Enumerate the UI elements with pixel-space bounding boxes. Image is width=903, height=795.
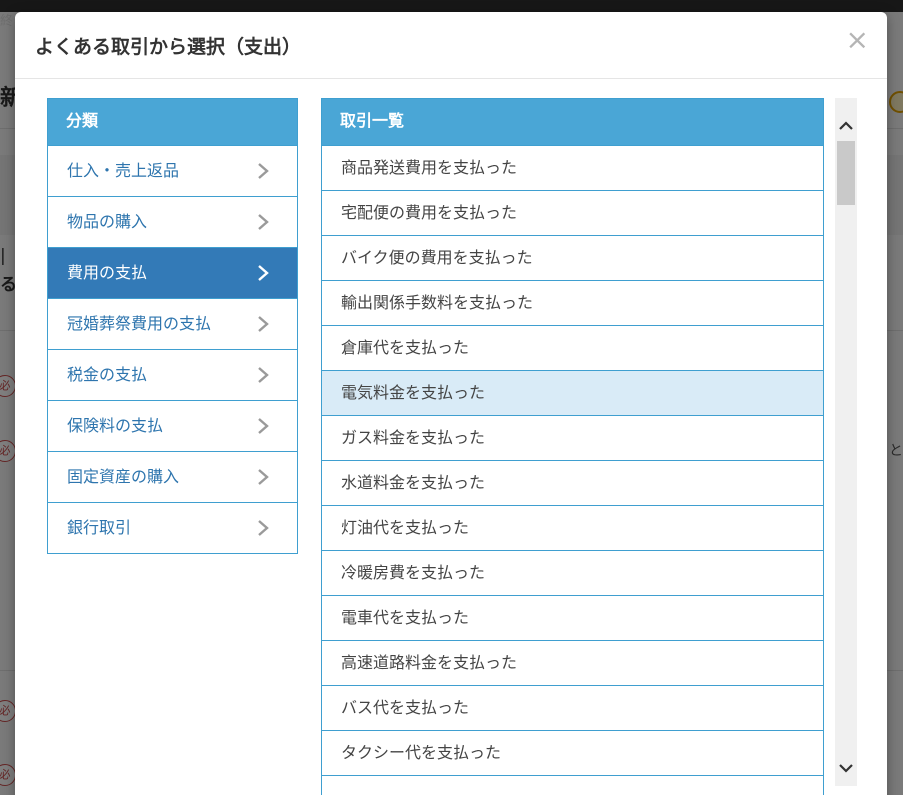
category-panel: 分類 仕入・売上返品 物品の購入費用の支払冠婚葬祭費用の支払 税金の支払保険料の支払… — [47, 98, 298, 554]
category-item-label: 費用の支払 — [67, 263, 148, 282]
modal-title: よくある取引から選択（支出） — [35, 36, 302, 58]
transaction-item[interactable]: 高速道路料金を支払った — [322, 640, 823, 685]
chevron-right-icon — [253, 365, 273, 385]
transaction-item[interactable]: バイク便の費用を支払った — [322, 235, 823, 280]
chevron-right-icon — [253, 467, 273, 487]
chevron-right-icon — [253, 416, 273, 436]
transaction-item-partial[interactable] — [322, 775, 823, 795]
transaction-item[interactable]: 灯油代を支払った — [322, 505, 823, 550]
category-panel-header: 分類 — [48, 99, 297, 145]
chevron-right-icon — [253, 314, 273, 334]
category-item-label: 物品の購入 — [67, 212, 148, 231]
category-list: 仕入・売上返品 物品の購入費用の支払冠婚葬祭費用の支払 税金の支払保険料の支払 固定資… — [48, 145, 297, 553]
category-item-label: 固定資産の購入 — [67, 467, 180, 486]
transaction-item[interactable]: 冷暖房費を支払った — [322, 550, 823, 595]
category-item[interactable]: 仕入・売上返品 — [48, 145, 297, 196]
category-item[interactable]: 物品の購入 — [48, 196, 297, 247]
chevron-right-icon — [253, 161, 273, 181]
category-item-label: 冠婚葬祭費用の支払 — [67, 314, 212, 333]
category-item[interactable]: 税金の支払 — [48, 349, 297, 400]
transaction-item[interactable]: 倉庫代を支払った — [322, 325, 823, 370]
category-item[interactable]: 保険料の支払 — [48, 400, 297, 451]
transaction-item[interactable]: 電車代を支払った — [322, 595, 823, 640]
category-item[interactable]: 費用の支払 — [48, 247, 297, 298]
transaction-item[interactable]: 商品発送費用を支払った — [322, 145, 823, 190]
chevron-right-icon — [253, 518, 273, 538]
chevron-up-icon[interactable] — [838, 118, 854, 134]
category-item[interactable]: 銀行取引 — [48, 502, 297, 553]
chevron-down-icon[interactable] — [838, 760, 854, 776]
transaction-panel-header: 取引一覧 — [322, 99, 823, 145]
category-item-label: 銀行取引 — [67, 518, 132, 537]
modal-header: よくある取引から選択（支出） × — [15, 12, 887, 79]
transaction-list: 商品発送費用を支払った 宅配便の費用を支払った バイク便の費用を支払った 輸出関係手数… — [322, 145, 823, 795]
category-item-label: 保険料の支払 — [67, 416, 164, 435]
close-icon[interactable]: × — [846, 24, 869, 56]
category-item[interactable]: 冠婚葬祭費用の支払 — [48, 298, 297, 349]
transaction-item[interactable]: バス代を支払った — [322, 685, 823, 730]
transaction-panel: 取引一覧 商品発送費用を支払った 宅配便の費用を支払った バイク便の費用を支払った輸… — [321, 98, 824, 795]
chevron-right-icon — [253, 263, 273, 283]
scrollbar-thumb[interactable] — [837, 141, 855, 205]
chevron-right-icon — [253, 212, 273, 232]
transaction-item[interactable]: 輸出関係手数料を支払った — [322, 280, 823, 325]
transaction-item[interactable]: 水道料金を支払った — [322, 460, 823, 505]
transaction-item[interactable]: 電気料金を支払った — [322, 370, 823, 415]
transaction-item[interactable]: ガス料金を支払った — [322, 415, 823, 460]
transaction-select-modal: よくある取引から選択（支出） × 分類 仕入・売上返品 物品の購入費用の支払冠婚葬… — [15, 12, 887, 795]
transaction-item[interactable]: 宅配便の費用を支払った — [322, 190, 823, 235]
category-item-label: 税金の支払 — [67, 365, 148, 384]
category-item[interactable]: 固定資産の購入 — [48, 451, 297, 502]
transaction-scrollbar[interactable] — [835, 98, 857, 786]
transaction-item[interactable]: タクシー代を支払った — [322, 730, 823, 775]
category-item-label: 仕入・売上返品 — [67, 161, 180, 180]
